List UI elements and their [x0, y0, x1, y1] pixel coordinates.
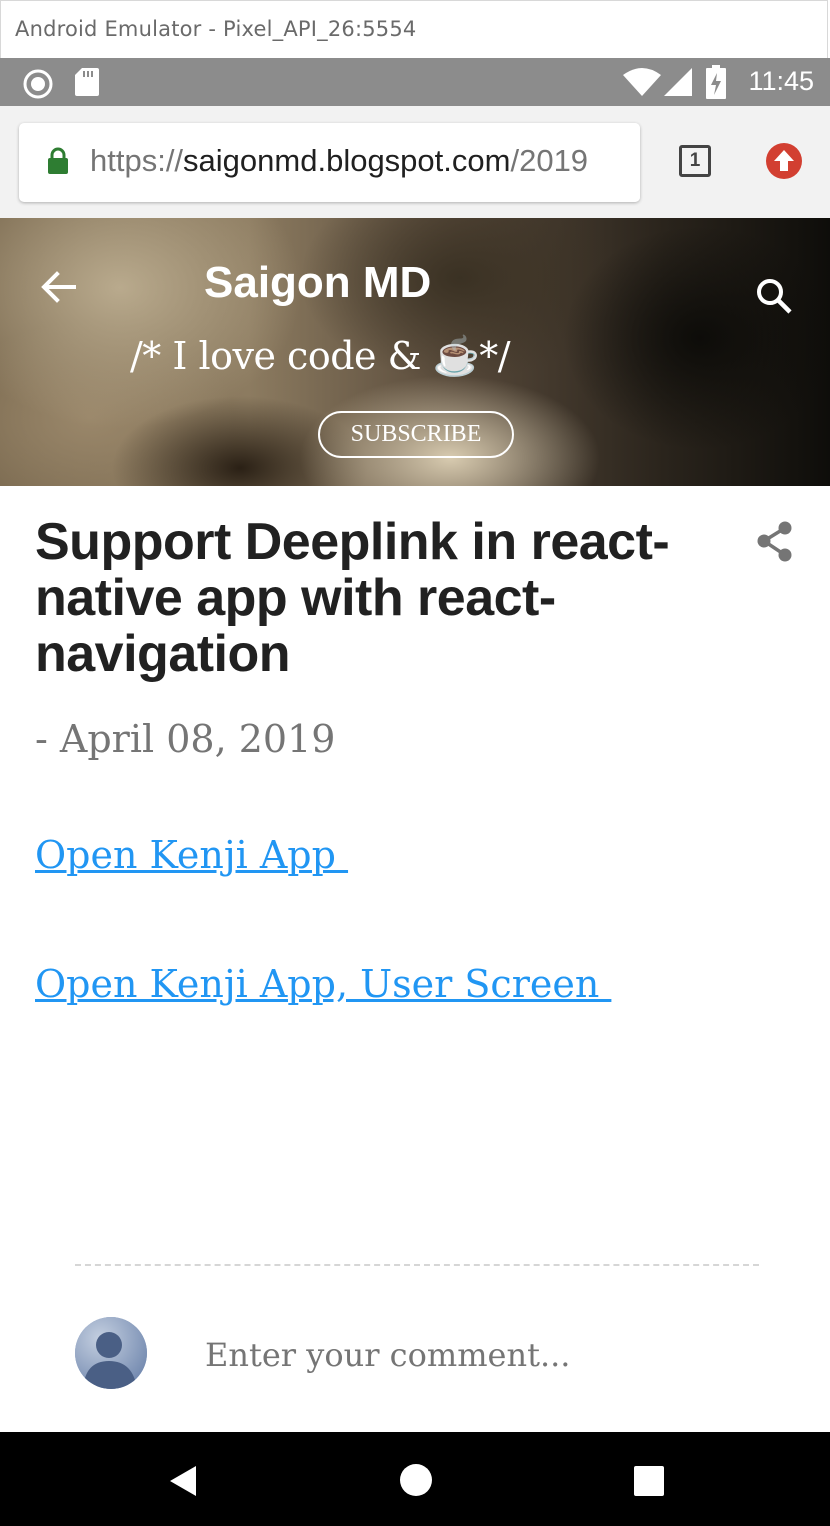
post-title: Support Deeplink in react-native app wit…	[35, 513, 670, 683]
back-arrow-icon[interactable]	[40, 270, 76, 304]
post-date: - April 08, 2019	[35, 717, 336, 761]
url-fade	[618, 123, 640, 202]
battery-charging-icon	[706, 65, 726, 99]
url-host: saigonmd.blogspot.com	[183, 143, 511, 178]
share-icon[interactable]	[755, 520, 795, 564]
comments-divider	[75, 1264, 759, 1266]
wifi-icon	[623, 68, 661, 96]
browser-toolbar: https://saigonmd.blogspot.com/2019 1	[0, 106, 830, 218]
blog-header: Saigon MD /* I love code & ☕*/ SUBSCRIBE	[0, 218, 830, 486]
open-kenji-user-screen-link[interactable]: Open Kenji App, User Screen	[35, 962, 611, 1006]
subscribe-button[interactable]: SUBSCRIBE	[318, 411, 514, 458]
nav-home-icon[interactable]	[400, 1464, 432, 1496]
url-scheme: https://	[90, 143, 184, 178]
tabs-icon[interactable]: 1	[679, 145, 711, 177]
nav-recents-icon[interactable]	[634, 1466, 664, 1496]
lock-icon	[48, 147, 68, 174]
user-avatar-icon	[75, 1317, 147, 1389]
address-bar[interactable]: https://saigonmd.blogspot.com/2019	[19, 123, 640, 202]
comment-input[interactable]	[205, 1330, 765, 1380]
avatar	[75, 1317, 147, 1389]
status-bar: 11:45	[0, 58, 830, 106]
status-time: 11:45	[748, 66, 814, 96]
search-icon[interactable]	[755, 277, 793, 315]
open-kenji-app-link[interactable]: Open Kenji App	[35, 833, 348, 877]
signal-icon	[664, 68, 692, 96]
record-icon	[23, 69, 53, 99]
emulator-title-bar: Android Emulator - Pixel_API_26:5554	[0, 0, 828, 58]
blog-tagline: /* I love code & ☕*/	[130, 334, 511, 378]
window-title: Android Emulator - Pixel_API_26:5554	[15, 17, 417, 41]
update-icon[interactable]	[765, 142, 803, 180]
sdcard-icon	[75, 68, 99, 96]
url-text[interactable]: https://saigonmd.blogspot.com/2019	[90, 143, 588, 179]
blog-title[interactable]: Saigon MD	[204, 258, 431, 308]
url-path: /2019	[510, 143, 589, 178]
nav-back-icon[interactable]	[168, 1465, 198, 1497]
